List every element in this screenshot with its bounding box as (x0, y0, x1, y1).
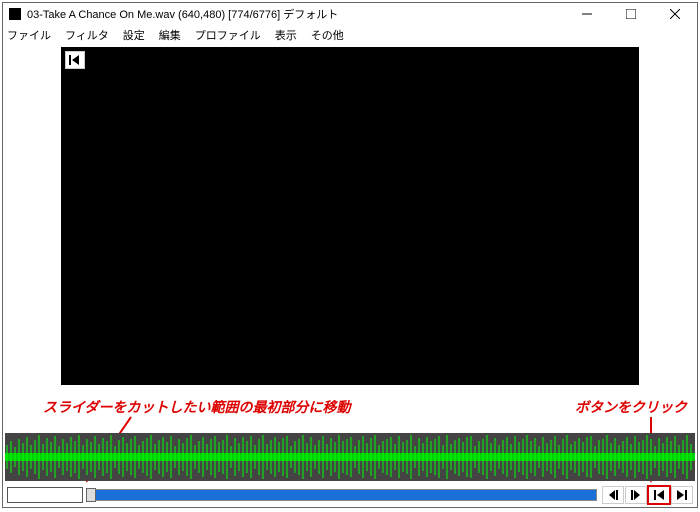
waveform-area[interactable] (3, 427, 697, 485)
menu-edit[interactable]: 編集 (159, 27, 181, 43)
step-forward-button[interactable] (625, 486, 647, 504)
minimize-button[interactable] (565, 3, 609, 25)
step-back-icon (607, 490, 619, 500)
go-start-icon (653, 490, 665, 500)
mark-start-button[interactable] (648, 486, 670, 504)
waveform-icon (5, 433, 695, 481)
seek-thumb[interactable] (86, 488, 96, 502)
title-bar: 03-Take A Chance On Me.wav (640,480) [77… (3, 3, 697, 25)
step-back-button[interactable] (602, 486, 624, 504)
close-button[interactable] (653, 3, 697, 25)
mark-end-button[interactable] (671, 486, 693, 504)
annotation-slider: スライダーをカットしたい範囲の最初部分に移動 (43, 397, 350, 417)
maximize-icon (626, 9, 636, 19)
maximize-button[interactable] (609, 3, 653, 25)
go-start-icon (69, 55, 81, 65)
menu-profile[interactable]: プロファイル (195, 27, 261, 43)
video-area[interactable] (61, 47, 639, 385)
menu-filter[interactable]: フィルタ (65, 27, 109, 43)
annotation-button: ボタンをクリック (575, 397, 687, 417)
go-end-icon (676, 490, 688, 500)
content-area (3, 45, 697, 427)
start-marker-button[interactable] (65, 51, 85, 69)
menu-file[interactable]: ファイル (7, 27, 51, 43)
menu-settings[interactable]: 設定 (123, 27, 145, 43)
app-window: 03-Take A Chance On Me.wav (640,480) [77… (2, 2, 698, 508)
minimize-icon (582, 9, 592, 19)
menu-view[interactable]: 表示 (275, 27, 297, 43)
menu-other[interactable]: その他 (311, 27, 344, 43)
step-forward-icon (630, 490, 642, 500)
seek-slider[interactable] (87, 489, 597, 501)
position-display (7, 487, 83, 503)
menu-bar: ファイル フィルタ 設定 編集 プロファイル 表示 その他 (3, 25, 697, 45)
close-icon (670, 9, 680, 19)
app-icon (9, 8, 21, 20)
window-title: 03-Take A Chance On Me.wav (640,480) [77… (27, 6, 338, 22)
transport-bar (3, 485, 697, 507)
